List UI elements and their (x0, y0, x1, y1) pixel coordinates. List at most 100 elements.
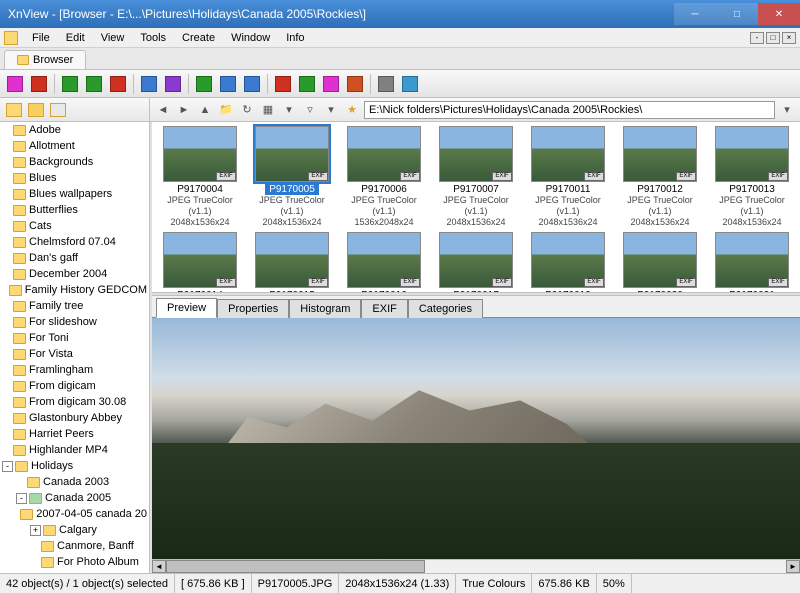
nav-star-icon[interactable]: ★ (343, 101, 361, 119)
camera-button[interactable] (272, 73, 294, 95)
thumbnail-item[interactable]: EXIFP9170020JPEG TrueColor (v1.1)2048x15… (616, 232, 704, 292)
address-input[interactable] (364, 101, 775, 119)
tree-item[interactable]: Harriet Peers (0, 426, 149, 442)
zoom-button[interactable] (193, 73, 215, 95)
print-button[interactable] (217, 73, 239, 95)
tree-expand-icon[interactable]: + (30, 525, 41, 536)
tree-expand-icon[interactable]: - (2, 461, 13, 472)
nav-refresh-icon[interactable]: ↻ (238, 101, 256, 119)
thumbnail-item[interactable]: EXIFP9170015JPEG TrueColor (v1.1)2048x15… (248, 232, 336, 292)
tree-item[interactable]: Allotment (0, 138, 149, 154)
tree-item[interactable]: -Canada 2005 (0, 490, 149, 506)
help-button[interactable] (399, 73, 421, 95)
fullscreen-button[interactable] (4, 73, 26, 95)
nav-folder-icon[interactable]: 📁 (217, 101, 235, 119)
tree-item[interactable]: Canmore, Banff (0, 538, 149, 554)
nav-view-icon[interactable]: ▦ (259, 101, 277, 119)
screen-button[interactable] (296, 73, 318, 95)
menu-create[interactable]: Create (174, 30, 223, 46)
browser-tab[interactable]: Browser (4, 50, 86, 69)
grid-button[interactable] (344, 73, 366, 95)
thumbnail-item[interactable]: EXIFP9170004JPEG TrueColor (v1.1)2048x15… (156, 126, 244, 228)
menu-edit[interactable]: Edit (58, 30, 93, 46)
layout-2-button[interactable] (162, 73, 184, 95)
thumbnail-item[interactable]: EXIFP9170006JPEG TrueColor (v1.1)1536x20… (340, 126, 428, 228)
tree-item[interactable]: Family tree (0, 298, 149, 314)
nav-filter-icon[interactable]: ▿ (301, 101, 319, 119)
tree-item[interactable]: Butterflies (0, 202, 149, 218)
menu-info[interactable]: Info (278, 30, 312, 46)
tree-item[interactable]: Canada 2003 (0, 474, 149, 490)
minimize-button[interactable]: ─ (674, 3, 716, 25)
tree-item[interactable]: For Toni (0, 330, 149, 346)
tag-pink-button[interactable] (320, 73, 342, 95)
preview-scrollbar[interactable]: ◄► (152, 559, 800, 573)
tree-item[interactable]: Blues wallpapers (0, 186, 149, 202)
thumbnail-item[interactable]: EXIFP9170012JPEG TrueColor (v1.1)2048x15… (616, 126, 704, 228)
tree-item[interactable]: From digicam 30.08 (0, 394, 149, 410)
thumbnail-item[interactable]: EXIFP9170017JPEG TrueColor (v1.1)2048x15… (432, 232, 520, 292)
tree-item[interactable]: Adobe (0, 122, 149, 138)
close-button[interactable]: ✕ (758, 3, 800, 25)
tree-item[interactable]: For Photo Album (0, 554, 149, 570)
tree-item[interactable]: Golden (0, 570, 149, 573)
thumbnail-item[interactable]: EXIFP9170013JPEG TrueColor (v1.1)2048x15… (708, 126, 796, 228)
tree-item[interactable]: +Calgary (0, 522, 149, 538)
tree-item[interactable]: Framlingham (0, 362, 149, 378)
tree-item[interactable]: Blues (0, 170, 149, 186)
nav-forward-button[interactable]: ► (175, 101, 193, 119)
thumbnail-item[interactable]: EXIFP9170019JPEG TrueColor (v1.1)2048x15… (524, 232, 612, 292)
nav-sort-icon[interactable]: ▾ (280, 101, 298, 119)
tree-item[interactable]: Glastonbury Abbey (0, 410, 149, 426)
preview-tab-preview[interactable]: Preview (156, 298, 217, 318)
tree-new-folder-icon[interactable] (6, 103, 22, 117)
tree-item[interactable]: From digicam (0, 378, 149, 394)
thumbnail-item[interactable]: EXIFP9170005JPEG TrueColor (v1.1)2048x15… (248, 126, 336, 228)
thumbnail-item[interactable]: EXIFP9170016JPEG TrueColor (v1.1)2048x15… (340, 232, 428, 292)
preview-tab-properties[interactable]: Properties (217, 299, 289, 318)
tree-item[interactable]: Family History GEDCOM (0, 282, 149, 298)
rotate-left-button[interactable] (59, 73, 81, 95)
menu-view[interactable]: View (93, 30, 133, 46)
menu-tools[interactable]: Tools (132, 30, 174, 46)
menu-window[interactable]: Window (223, 30, 278, 46)
thumbnail-item[interactable]: EXIFP9170007JPEG TrueColor (v1.1)2048x15… (432, 126, 520, 228)
tree-refresh-icon[interactable] (50, 103, 66, 117)
preview-tab-exif[interactable]: EXIF (361, 299, 407, 318)
tree-item[interactable]: For Vista (0, 346, 149, 362)
tree-item[interactable]: Backgrounds (0, 154, 149, 170)
tree-item[interactable]: -Holidays (0, 458, 149, 474)
tree-item[interactable]: Highlander MP4 (0, 442, 149, 458)
folder-tree[interactable]: AdobeAllotmentBackgroundsBluesBlues wall… (0, 122, 150, 573)
thumbnail-item[interactable]: EXIFP9170014JPEG TrueColor (v1.1)1536x20… (156, 232, 244, 292)
nav-up-button[interactable]: ▲ (196, 101, 214, 119)
refresh-button[interactable] (107, 73, 129, 95)
mdi-minimize[interactable]: - (750, 32, 764, 44)
tree-expand-icon[interactable]: - (16, 493, 27, 504)
nav-options-icon[interactable]: ▾ (322, 101, 340, 119)
menu-file[interactable]: File (24, 30, 58, 46)
mdi-close[interactable]: × (782, 32, 796, 44)
maximize-button[interactable]: □ (716, 3, 758, 25)
nav-back-button[interactable]: ◄ (154, 101, 172, 119)
tree-item[interactable]: For slideshow (0, 314, 149, 330)
address-dropdown[interactable]: ▾ (778, 101, 796, 119)
tree-item[interactable]: Dan's gaff (0, 250, 149, 266)
thumbnail-pane[interactable]: EXIFP9170004JPEG TrueColor (v1.1)2048x15… (152, 122, 800, 292)
tree-item[interactable]: December 2004 (0, 266, 149, 282)
tree-item[interactable]: Cats (0, 218, 149, 234)
tree-item[interactable]: 2007-04-05 canada 20 (0, 506, 149, 522)
compare-button[interactable] (241, 73, 263, 95)
preview-image[interactable] (152, 318, 800, 559)
tree-fav-icon[interactable] (28, 103, 44, 117)
layout-1-button[interactable] (138, 73, 160, 95)
preview-tab-categories[interactable]: Categories (408, 299, 483, 318)
tree-item[interactable]: Chelmsford 07.04 (0, 234, 149, 250)
preview-tab-histogram[interactable]: Histogram (289, 299, 361, 318)
mdi-restore[interactable]: □ (766, 32, 780, 44)
thumbnail-item[interactable]: EXIFP9170021JPEG TrueColor (v1.1)2048x15… (708, 232, 796, 292)
close-red-button[interactable] (28, 73, 50, 95)
thumbnail-item[interactable]: EXIFP9170011JPEG TrueColor (v1.1)2048x15… (524, 126, 612, 228)
settings-button[interactable] (375, 73, 397, 95)
rotate-right-button[interactable] (83, 73, 105, 95)
